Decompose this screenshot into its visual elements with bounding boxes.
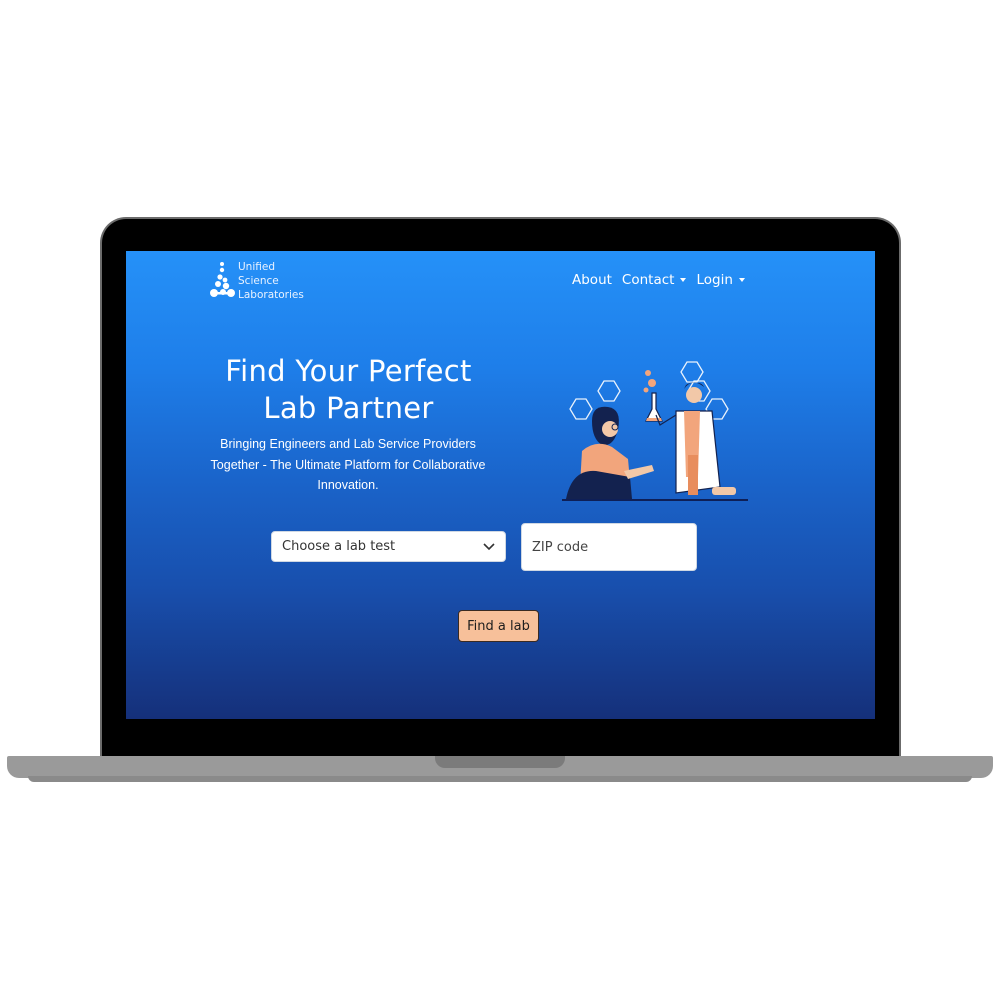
brand-line-2: Science: [238, 275, 279, 287]
lab-test-select[interactable]: Choose a lab test: [271, 531, 506, 562]
nav-contact-label: Contact: [621, 272, 675, 288]
nav-about[interactable]: About: [572, 272, 612, 288]
scientists-illustration: [562, 361, 748, 501]
flask-molecule-logo-icon: [210, 262, 235, 297]
laptop-notch: [435, 756, 565, 768]
nav-about-label: About: [572, 272, 612, 288]
site-logo[interactable]: Unified Science Laboratories: [210, 260, 320, 302]
hero-title-line-1: Find Your Perfect: [225, 354, 472, 388]
caret-down-icon: [680, 278, 687, 282]
website-screen: Unified Science Laboratories About Conta…: [126, 251, 875, 719]
brand-line-1: Unified: [238, 261, 275, 273]
find-lab-button-label: Find a lab: [467, 618, 530, 634]
nav-contact-dropdown[interactable]: Contact: [622, 272, 687, 288]
nav-login-label: Login: [696, 272, 733, 288]
caret-down-icon: [738, 278, 745, 282]
lab-test-select-value: Choose a lab test: [282, 539, 396, 554]
hero-title: Find Your Perfect Lab Partner: [186, 353, 511, 427]
hero-subtitle: Bringing Engineers and Lab Service Provi…: [210, 437, 486, 492]
top-nav: About Contact Login: [572, 272, 745, 288]
zip-code-input[interactable]: [521, 523, 697, 571]
hero-title-line-2: Lab Partner: [263, 391, 434, 425]
nav-login-dropdown[interactable]: Login: [696, 272, 745, 288]
brand-line-3: Laboratories: [238, 289, 304, 301]
find-lab-button[interactable]: Find a lab: [458, 610, 539, 642]
brand-name: Unified Science Laboratories: [238, 260, 304, 302]
chevron-down-icon: [483, 542, 495, 550]
laptop-base-shadow: [28, 776, 972, 782]
